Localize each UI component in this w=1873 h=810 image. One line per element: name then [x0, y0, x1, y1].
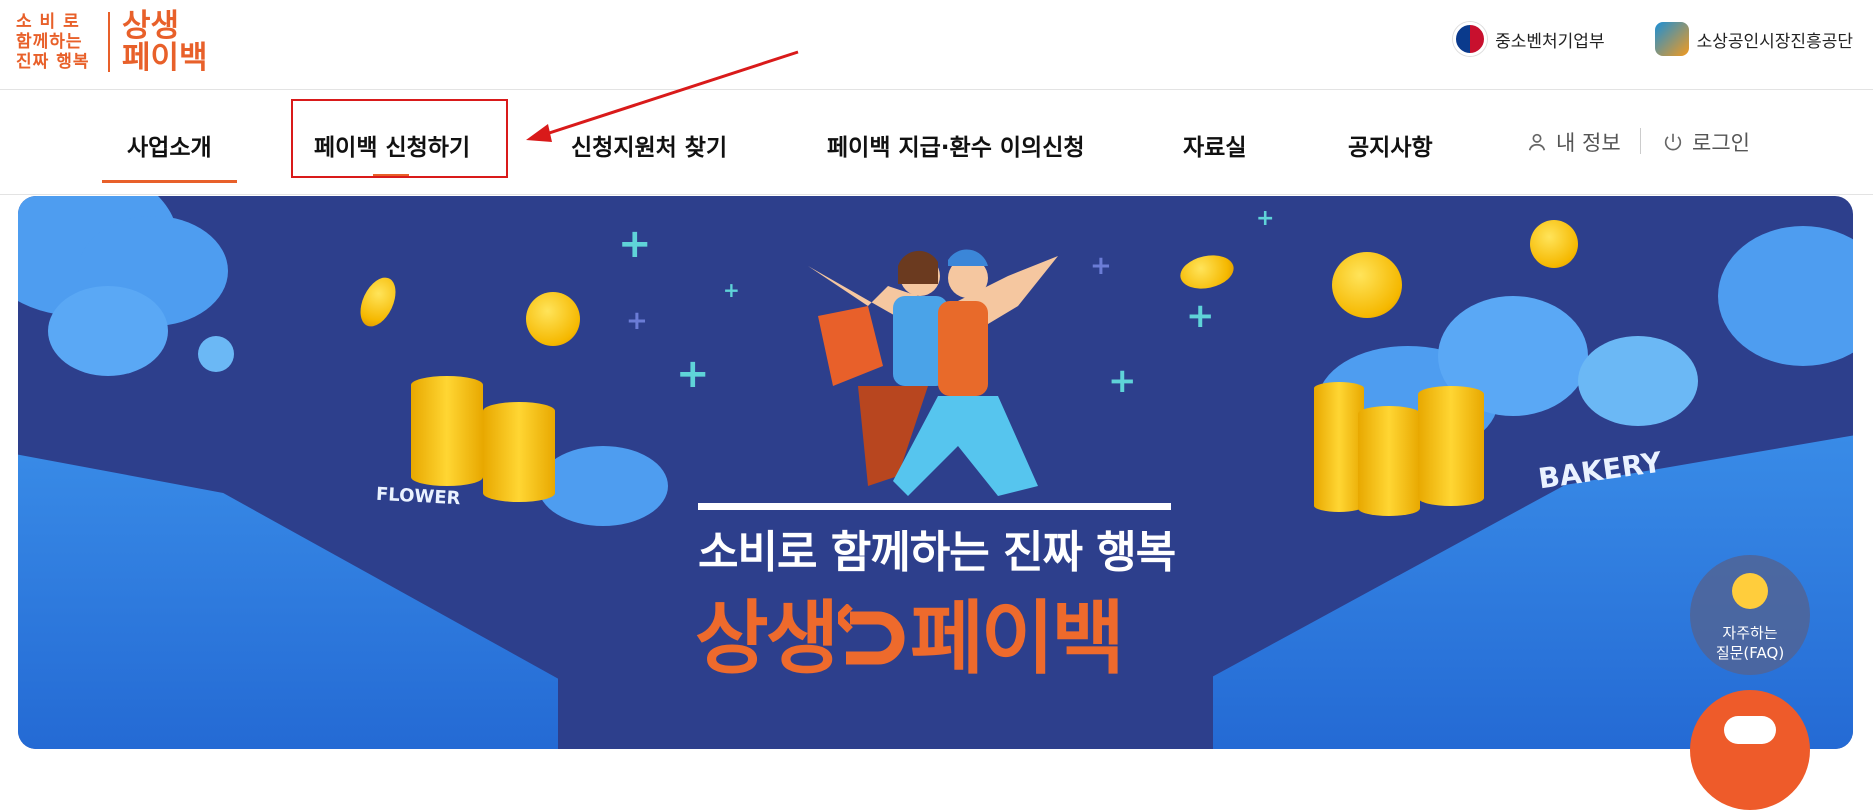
my-info-link[interactable]: 내 정보 [1526, 127, 1621, 157]
banner-headline: 소비로 함께하는 진짜 행복 [698, 527, 1176, 578]
org-link-mss[interactable]: 중소벤처기업부 [1453, 22, 1605, 56]
cloud [538, 446, 668, 526]
main-nav: 사업소개 페이백 신청하기 신청지원처 찾기 페이백 지급·환수 이의신청 자료… [0, 90, 1873, 195]
sparkle-plus: + [676, 351, 710, 397]
org-links: 중소벤처기업부 소상공인시장진흥공단 [1453, 22, 1853, 56]
nav-item-intro[interactable]: 사업소개 [102, 128, 237, 183]
coin-stack [483, 402, 555, 502]
ministry-emblem-icon [1453, 22, 1488, 56]
annotation-highlight-box [291, 99, 508, 178]
couple-illustration [808, 249, 1058, 496]
headline-rule [698, 503, 1171, 510]
nav-item-objection[interactable]: 페이백 지급·환수 이의신청 [827, 128, 1085, 162]
hero-banner[interactable]: + + + + + + + + FLOWER BAKERY 소비로 함께하는 진… [18, 196, 1853, 749]
login-label: 로그인 [1692, 131, 1750, 155]
coin-icon [353, 272, 403, 332]
nav-item-notice[interactable]: 공지사항 [1348, 128, 1433, 162]
robot-icon [1724, 716, 1776, 744]
coin-stack [411, 376, 483, 486]
org-label-mss: 중소벤처기업부 [1495, 31, 1605, 52]
nav-hover-indicator [373, 174, 409, 176]
cloud [198, 336, 234, 372]
sparkle-plus: + [618, 221, 652, 267]
coin-stack [1418, 386, 1484, 506]
org-label-semas: 소상공인시장진흥공단 [1696, 31, 1853, 52]
coin-icon [1530, 220, 1578, 268]
nav-item-find-center[interactable]: 신청지원처 찾기 [571, 128, 727, 162]
faq-label: 자주하는 질문(FAQ) [1715, 624, 1785, 662]
cloud [1718, 226, 1853, 366]
login-link[interactable]: 로그인 [1662, 127, 1750, 157]
coin-icon [1177, 250, 1237, 294]
return-arrow-icon [832, 603, 905, 665]
sparkle-plus: + [723, 278, 740, 302]
sparkle-plus: + [1186, 296, 1215, 336]
sparkle-plus: + [1108, 361, 1137, 401]
sparkle-plus: + [1256, 206, 1275, 231]
org-link-semas[interactable]: 소상공인시장진흥공단 [1654, 22, 1853, 56]
cloud [48, 286, 168, 376]
sparkle-plus: + [626, 306, 648, 336]
cloud [1578, 336, 1698, 426]
flower-shop-sign: FLOWER [375, 483, 461, 510]
my-info-label: 내 정보 [1556, 131, 1621, 155]
banner-brand-prefix: 상생 [695, 592, 839, 685]
thinking-face-icon [1732, 573, 1768, 609]
top-bar: 소 비 로 함께하는 진짜 행복 상생 페이백 중소벤처기업부 소상공인시장진흥… [0, 0, 1873, 90]
chatbot-button[interactable] [1690, 690, 1810, 810]
coin-icon [526, 292, 580, 346]
faq-button[interactable]: 자주하는 질문(FAQ) [1690, 555, 1810, 675]
logo-tagline: 소 비 로 함께하는 진짜 행복 [16, 12, 90, 72]
banner-brand-title: 상생 페이백 [695, 574, 1125, 690]
nav-separator [1640, 128, 1641, 154]
coin-stack [1358, 406, 1420, 516]
coin-icon [1332, 252, 1402, 318]
site-logo[interactable]: 소 비 로 함께하는 진짜 행복 상생 페이백 [16, 10, 208, 74]
nav-item-archive[interactable]: 자료실 [1183, 128, 1246, 162]
semas-logo-icon [1654, 22, 1689, 56]
user-icon [1528, 133, 1546, 151]
logo-brand: 상생 페이백 [122, 8, 208, 76]
banner-brand-suffix: 페이백 [910, 592, 1125, 685]
power-icon [1664, 133, 1682, 151]
coin-stack [1314, 382, 1364, 512]
logo-divider [108, 12, 110, 72]
